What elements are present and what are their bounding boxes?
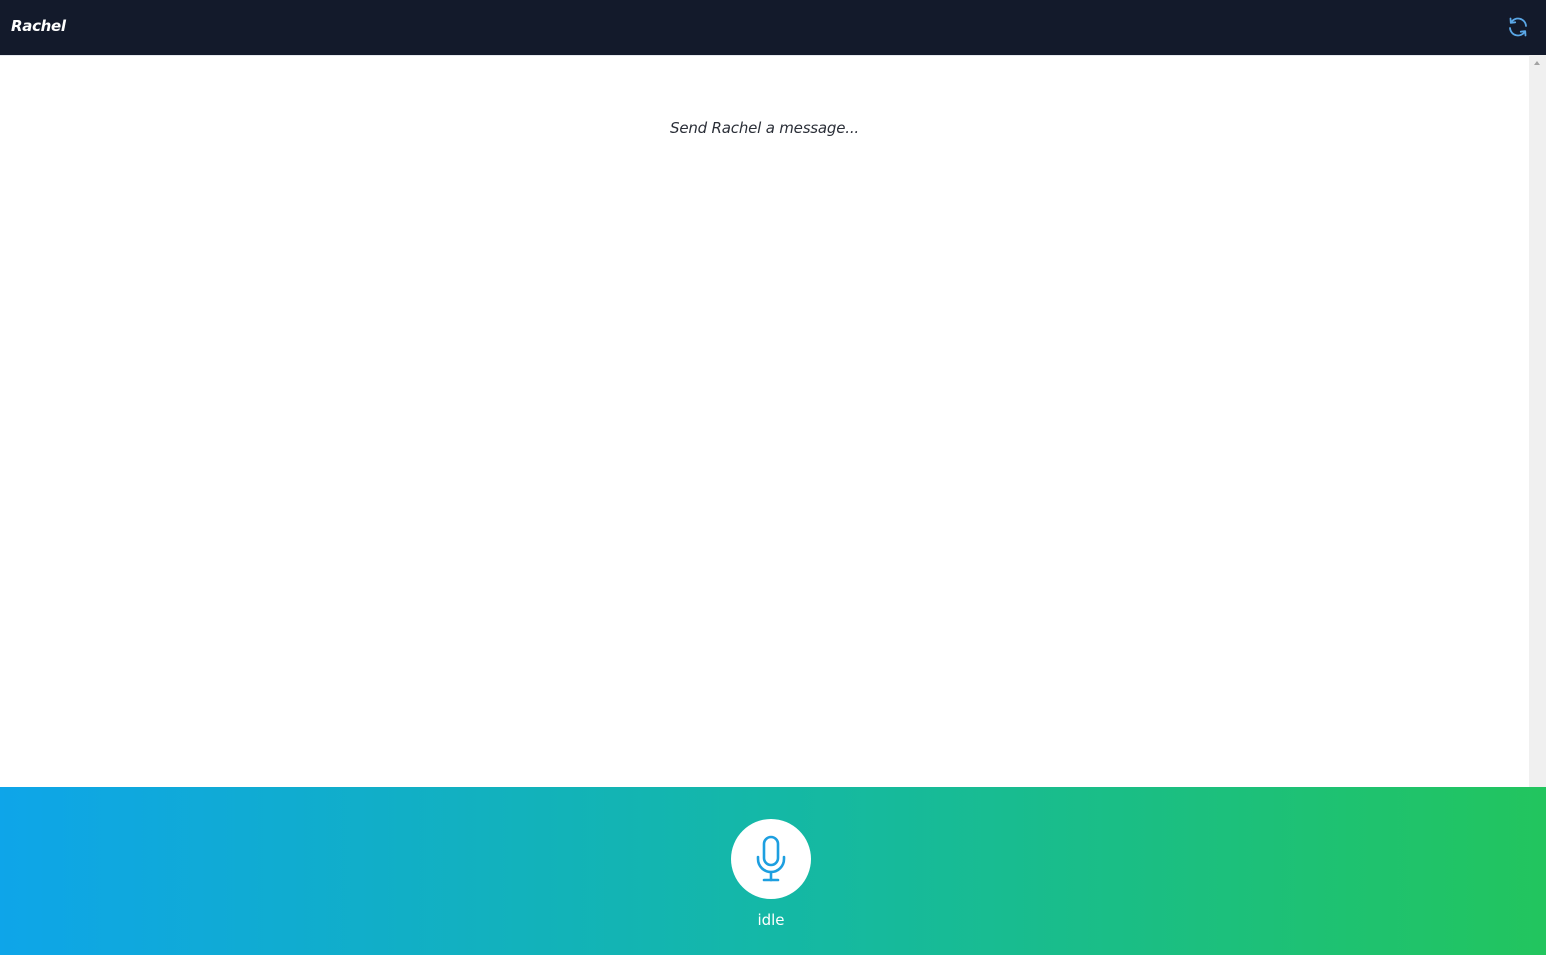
app-title: Rachel — [11, 17, 66, 35]
refresh-icon — [1506, 15, 1530, 39]
empty-conversation-placeholder: Send Rachel a message... — [670, 119, 859, 137]
microphone-button[interactable] — [731, 819, 811, 899]
refresh-button[interactable] — [1506, 15, 1530, 39]
voice-control-bar: idle — [0, 787, 1546, 955]
scroll-up-arrow-icon[interactable] — [1529, 55, 1546, 72]
microphone-icon — [754, 835, 788, 883]
conversation-area: Send Rachel a message... — [0, 55, 1529, 787]
vertical-scrollbar[interactable] — [1529, 55, 1546, 787]
app-header: Rachel — [0, 0, 1546, 55]
voice-status-label: idle — [757, 911, 785, 929]
